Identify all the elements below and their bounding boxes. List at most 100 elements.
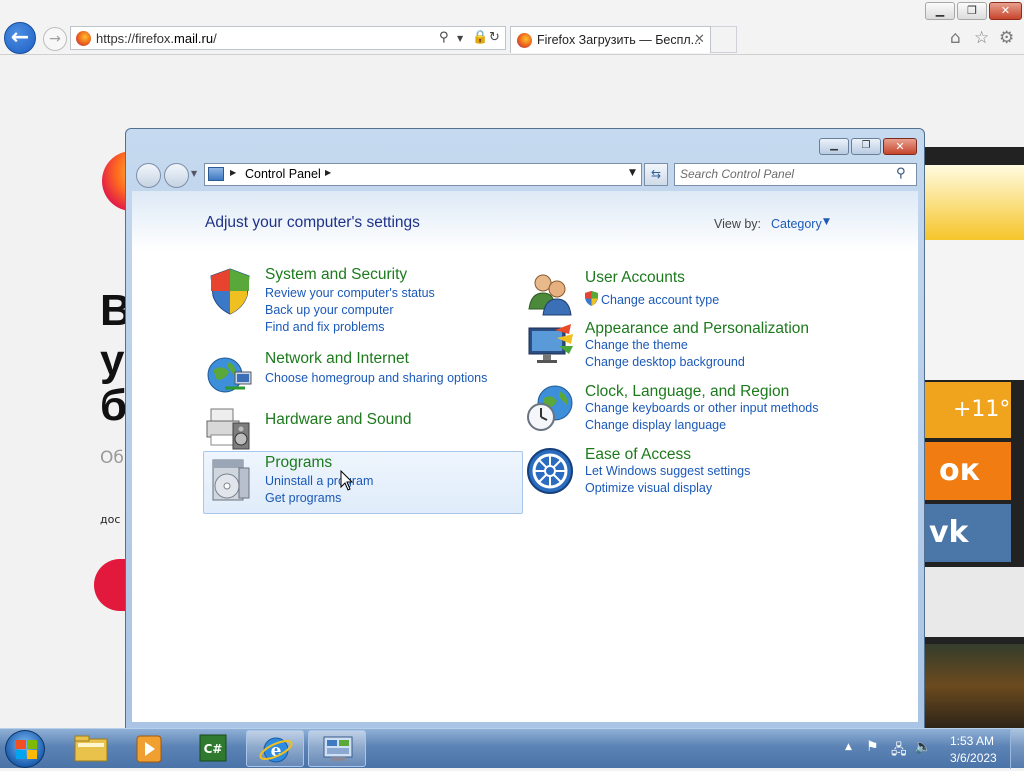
clock-time[interactable]: 1:53 AM	[950, 734, 994, 748]
category-title[interactable]: Clock, Language, and Region	[585, 383, 789, 401]
action-center-flag-icon[interactable]: ⚑	[866, 739, 879, 755]
category-title[interactable]: Appearance and Personalization	[585, 320, 809, 338]
cp-address-bar[interactable]: ▶ Control Panel ▶ ▼	[204, 163, 642, 186]
cp-search-box[interactable]: ⚲	[674, 163, 917, 186]
breadcrumb-arrow-icon[interactable]: ▶	[230, 168, 236, 177]
browser-maximize-button[interactable]: ❐	[957, 2, 987, 20]
network-icon[interactable]: 🖧	[891, 739, 907, 763]
link-homegroup-sharing[interactable]: Choose homegroup and sharing options	[265, 371, 487, 385]
recent-pages-dropdown-icon[interactable]: ▼	[191, 169, 197, 178]
windows-logo-icon	[16, 750, 26, 759]
cp-minimize-button[interactable]: ▁	[819, 138, 849, 155]
search-icon[interactable]: ⚲	[896, 166, 906, 181]
category-title[interactable]: Programs	[265, 454, 332, 472]
windows-logo-icon	[27, 750, 37, 759]
globe-network-icon[interactable]	[205, 350, 255, 400]
link-change-theme[interactable]: Change the theme	[585, 338, 688, 352]
cp-refresh-button[interactable]: ⇆	[644, 163, 668, 186]
page-small-text: дос	[100, 513, 121, 526]
control-panel-window: ▁ ❐ ✕ ▼ ▶ Control Panel ▶ ▼ ⇆ ⚲ Adjust y…	[125, 128, 925, 729]
cp-maximize-button[interactable]: ❐	[851, 138, 881, 155]
media-player-icon	[136, 735, 162, 763]
link-windows-suggest[interactable]: Let Windows suggest settings	[585, 464, 750, 478]
promo-gray-panel	[925, 567, 1024, 637]
browser-tab[interactable]: Firefox Загрузить — Беспл... ✕	[510, 26, 711, 53]
page-subtitle: Об	[100, 448, 124, 468]
address-dropdown-icon[interactable]: ▼	[629, 168, 636, 178]
gear-icon[interactable]: ⚙	[999, 28, 1014, 48]
refresh-icon[interactable]: ↻	[489, 30, 500, 45]
promo-screenshot: +11° ок vk	[922, 147, 1024, 728]
csharp-icon: C#	[199, 734, 227, 762]
show-hidden-icons-button[interactable]: ▲	[845, 742, 852, 752]
taskbar-csharp-editor[interactable]: C#	[184, 730, 242, 767]
link-change-background[interactable]: Change desktop background	[585, 355, 745, 369]
vk-tile: vk	[925, 504, 1011, 562]
url-suffix: /	[213, 31, 217, 46]
search-icon[interactable]: ⚲	[439, 30, 449, 45]
tab-title: Firefox Загрузить — Беспл...	[537, 33, 702, 47]
cp-forward-button[interactable]	[164, 163, 189, 188]
windows-logo-icon	[16, 740, 26, 749]
browser-minimize-button[interactable]: ▁	[925, 2, 955, 20]
printer-speaker-icon[interactable]	[205, 403, 255, 453]
taskbar-internet-explorer[interactable]: e	[246, 730, 304, 767]
cp-close-button[interactable]: ✕	[883, 138, 917, 155]
windows-logo-icon	[27, 740, 37, 749]
link-uninstall-program[interactable]: Uninstall a program	[265, 474, 373, 488]
search-dropdown-icon[interactable]: ▼	[457, 34, 463, 43]
category-title[interactable]: System and Security	[265, 266, 407, 284]
category-title[interactable]: Network and Internet	[265, 350, 409, 368]
link-change-keyboards[interactable]: Change keyboards or other input methods	[585, 401, 818, 415]
shield-icon[interactable]	[205, 266, 255, 316]
tab-close-icon[interactable]: ✕	[694, 32, 705, 47]
clock-globe-icon[interactable]	[525, 383, 575, 433]
link-find-fix-problems[interactable]: Find and fix problems	[265, 320, 385, 334]
cp-back-button[interactable]	[136, 163, 161, 188]
browser-close-button[interactable]: ✕	[989, 2, 1022, 20]
breadcrumb-control-panel[interactable]: Control Panel	[245, 167, 321, 181]
taskbar-control-panel[interactable]	[308, 730, 366, 767]
breadcrumb-arrow-icon[interactable]: ▶	[325, 168, 331, 177]
start-button[interactable]	[5, 730, 45, 768]
users-icon[interactable]	[525, 269, 575, 319]
programs-disc-icon[interactable]	[205, 454, 255, 504]
address-bar[interactable]: https://firefox.mail.ru/ ⚲ ▼ 🔒 ↻	[70, 26, 506, 50]
monitor-paint-icon[interactable]	[525, 320, 575, 370]
clock-date[interactable]: 3/6/2023	[950, 751, 997, 765]
view-by-dropdown[interactable]: Category	[771, 217, 822, 231]
ease-of-access-icon[interactable]	[525, 446, 575, 496]
link-back-up[interactable]: Back up your computer	[265, 303, 394, 317]
taskbar-file-explorer[interactable]	[62, 730, 120, 767]
firefox-favicon-icon	[76, 31, 91, 46]
promo-photo	[925, 644, 1024, 728]
url-domain: mail.ru	[174, 31, 214, 46]
volume-icon[interactable]: 🔈	[914, 739, 931, 755]
uac-shield-icon	[585, 291, 598, 306]
ok-tile: ок	[925, 442, 1011, 500]
control-panel-small-icon	[208, 167, 224, 181]
star-icon[interactable]: ☆	[974, 28, 989, 48]
category-title[interactable]: Hardware and Sound	[265, 411, 412, 429]
link-change-display-language[interactable]: Change display language	[585, 418, 726, 432]
lock-icon[interactable]: 🔒	[472, 30, 488, 45]
link-review-status[interactable]: Review your computer's status	[265, 286, 435, 300]
category-title[interactable]: User Accounts	[585, 269, 685, 287]
cp-content-area: Adjust your computer's settings View by:…	[132, 191, 918, 722]
category-title[interactable]: Ease of Access	[585, 446, 691, 464]
forward-button[interactable]: →	[43, 27, 67, 51]
link-optimize-display[interactable]: Optimize visual display	[585, 481, 712, 495]
link-change-account-type[interactable]: Change account type	[601, 293, 719, 307]
cp-search-input[interactable]	[680, 167, 890, 181]
headline-line-3: б	[100, 381, 128, 430]
taskbar-media-player[interactable]	[120, 730, 178, 767]
link-get-programs[interactable]: Get programs	[265, 491, 341, 505]
mouse-cursor-icon	[340, 470, 354, 491]
home-icon[interactable]: ⌂	[950, 28, 961, 48]
internet-explorer-icon: e	[259, 737, 293, 763]
show-desktop-button[interactable]	[1010, 729, 1024, 769]
new-tab-button[interactable]	[711, 26, 737, 53]
promo-panel	[925, 240, 1024, 380]
back-button[interactable]: ←	[4, 22, 36, 54]
chevron-down-icon[interactable]: ▼	[823, 217, 830, 227]
